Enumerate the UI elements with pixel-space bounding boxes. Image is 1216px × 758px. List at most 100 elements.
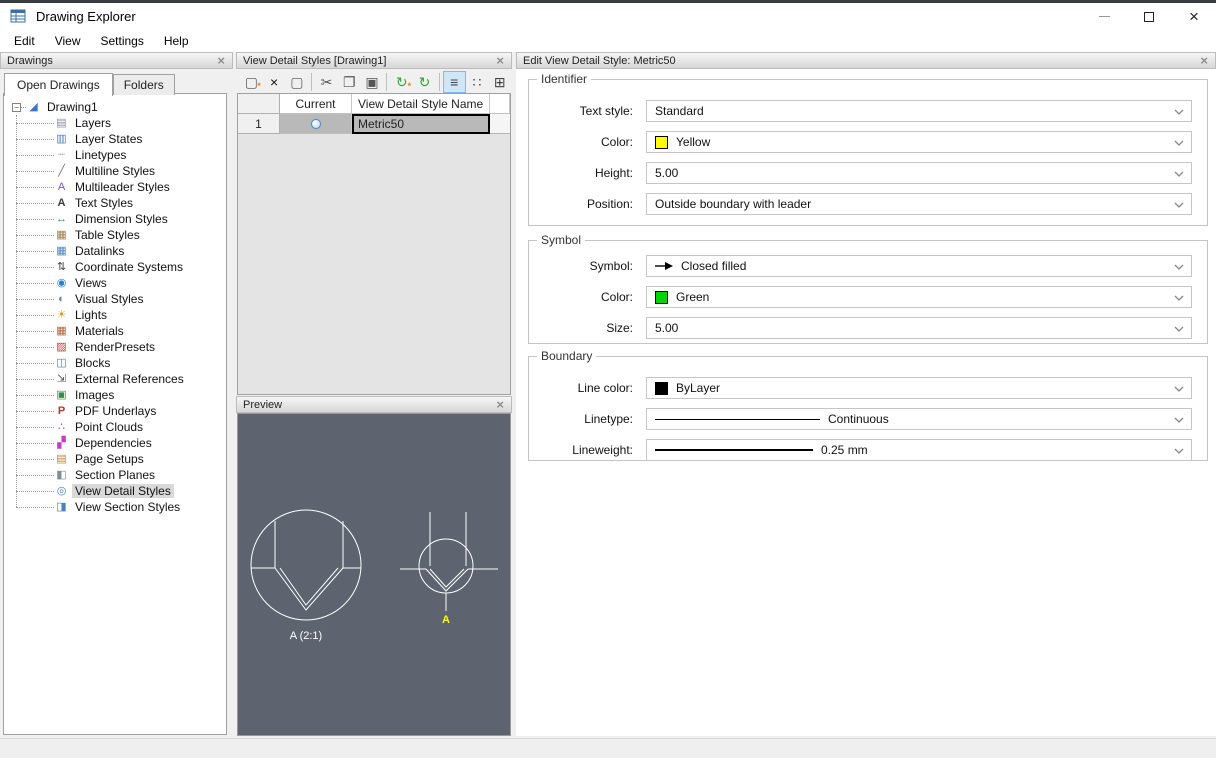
tree-item-label: View Section Styles <box>72 500 183 514</box>
textstyle-dropdown[interactable]: Standard <box>646 100 1192 122</box>
new-style-button[interactable]: ▢* <box>240 71 263 93</box>
tree-item-layers[interactable]: ▤Layers <box>4 115 226 131</box>
regen-button[interactable]: ↻* <box>390 71 413 93</box>
icons-view-icon: ∷ <box>473 75 482 89</box>
purge-button[interactable]: ▢ <box>285 71 308 93</box>
tree-item-datalinks[interactable]: ▦Datalinks <box>4 243 226 259</box>
tree-item-visual-styles[interactable]: ◐Visual Styles <box>4 291 226 307</box>
current-radio-cell[interactable] <box>280 114 352 134</box>
tree-item-view-section-styles[interactable]: ◨View Section Styles <box>4 499 226 515</box>
tree-item-dimension-styles[interactable]: ↔Dimension Styles <box>4 211 226 227</box>
preview-panel-header: Preview × <box>236 396 512 413</box>
field-row-position: Position:Outside boundary with leader <box>529 193 1207 215</box>
tab-folders[interactable]: Folders <box>113 74 175 95</box>
tree-view-button[interactable]: ⊞ <box>488 71 511 93</box>
close-button[interactable]: × <box>1175 3 1213 30</box>
tree-item-images[interactable]: ▣Images <box>4 387 226 403</box>
tree-item-label: Datalinks <box>72 244 127 258</box>
tree-connector <box>16 251 54 252</box>
position-dropdown[interactable]: Outside boundary with leader <box>646 193 1192 215</box>
collapse-icon[interactable]: − <box>12 103 21 112</box>
tree-item-table-styles[interactable]: ▦Table Styles <box>4 227 226 243</box>
tree-item-page-setups[interactable]: ▤Page Setups <box>4 451 226 467</box>
paste-button[interactable]: ▣ <box>361 71 384 93</box>
tree-item-lights[interactable]: ☀Lights <box>4 307 226 323</box>
tree-item-view-detail-styles[interactable]: ◎View Detail Styles <box>4 483 226 499</box>
edit-panel-header: Edit View Detail Style: Metric50 × <box>516 52 1216 69</box>
tree-item-label: Coordinate Systems <box>72 260 186 274</box>
tree-connector <box>16 283 54 284</box>
height-dropdown[interactable]: 5.00 <box>646 162 1192 184</box>
size-dropdown[interactable]: 5.00 <box>646 317 1192 339</box>
current-radio[interactable] <box>311 119 321 129</box>
name-column-header[interactable]: View Detail Style Name <box>352 94 490 114</box>
menu-settings[interactable]: Settings <box>90 32 153 50</box>
lineweight-dropdown[interactable]: 0.25 mm <box>646 439 1192 461</box>
color-dropdown[interactable]: Yellow <box>646 131 1192 153</box>
table-row[interactable]: 1 Metric50 <box>238 114 510 134</box>
symbol-dropdown[interactable]: Closed filled <box>646 255 1192 277</box>
maximize-button[interactable] <box>1130 3 1168 30</box>
row-number-cell: 1 <box>238 114 280 134</box>
table-styles-icon: ▦ <box>54 228 69 242</box>
tree-connector <box>16 379 54 380</box>
style-name-cell[interactable]: Metric50 <box>352 114 490 134</box>
tree-item-layer-states[interactable]: ▥Layer States <box>4 131 226 147</box>
layer-states-icon: ▥ <box>54 132 69 146</box>
styles-panel-close-icon[interactable]: × <box>495 54 505 67</box>
menu-edit[interactable]: Edit <box>4 32 45 50</box>
tree-connector <box>16 395 54 396</box>
tree-connector <box>16 235 54 236</box>
field-row-size: Size:5.00 <box>529 317 1207 339</box>
tree-item-linetypes[interactable]: ┈Linetypes <box>4 147 226 163</box>
drawings-panel-close-icon[interactable]: × <box>216 54 226 67</box>
chevron-down-icon <box>1174 264 1184 271</box>
tab-open-drawings[interactable]: Open Drawings <box>4 73 113 96</box>
tree-connector <box>16 187 54 188</box>
tree-item-dependencies[interactable]: ▞Dependencies <box>4 435 226 451</box>
tree-item-views[interactable]: ◉Views <box>4 275 226 291</box>
dependencies-icon: ▞ <box>54 436 69 450</box>
refresh-button[interactable]: ↻ <box>413 71 436 93</box>
tree-item-external-references[interactable]: ⇲External References <box>4 371 226 387</box>
tree-item-coordinate-systems[interactable]: ⇅Coordinate Systems <box>4 259 226 275</box>
tree-item-label: Layers <box>72 116 114 130</box>
edit-panel-close-icon[interactable]: × <box>1199 54 1209 67</box>
current-column-header[interactable]: Current <box>280 94 352 114</box>
tree-connector <box>16 459 54 460</box>
tree-item-drawing1[interactable]: −◢Drawing1 <box>4 99 226 115</box>
preview-label-large: A (2:1) <box>290 630 322 642</box>
minimize-button[interactable] <box>1085 3 1123 30</box>
cut-button[interactable]: ✂ <box>315 71 338 93</box>
renderpresets-icon: ▨ <box>54 340 69 354</box>
tree-item-multiline-styles[interactable]: ╱Multiline Styles <box>4 163 226 179</box>
tree-item-renderpresets[interactable]: ▨RenderPresets <box>4 339 226 355</box>
delete-style-button[interactable]: × <box>263 71 286 93</box>
tree-item-blocks[interactable]: ◫Blocks <box>4 355 226 371</box>
tree-item-label: Dimension Styles <box>72 212 171 226</box>
closed-filled-arrow-icon <box>655 261 675 271</box>
layers-icon: ▤ <box>54 116 69 130</box>
preview-panel-close-icon[interactable]: × <box>495 398 505 411</box>
field-value: Green <box>676 290 709 304</box>
tree-item-materials[interactable]: ▦Materials <box>4 323 226 339</box>
color-dropdown[interactable]: Green <box>646 286 1192 308</box>
delete-style-icon: × <box>270 75 278 89</box>
icons-view-button[interactable]: ∷ <box>466 71 489 93</box>
tree-item-pdf-underlays[interactable]: PPDF Underlays <box>4 403 226 419</box>
menu-view[interactable]: View <box>45 32 91 50</box>
field-value: Continuous <box>828 412 889 426</box>
details-view-button[interactable]: ≡ <box>443 71 466 93</box>
linecolor-dropdown[interactable]: ByLayer <box>646 377 1192 399</box>
copy-button[interactable]: ❐ <box>338 71 361 93</box>
lights-icon: ☀ <box>54 308 69 322</box>
tree-item-point-clouds[interactable]: ∴Point Clouds <box>4 419 226 435</box>
tree-item-text-styles[interactable]: AText Styles <box>4 195 226 211</box>
tree-connector <box>16 507 54 508</box>
tree-connector <box>16 347 54 348</box>
tree-item-section-planes[interactable]: ◧Section Planes <box>4 467 226 483</box>
linetype-dropdown[interactable]: Continuous <box>646 408 1192 430</box>
tree-item-multileader-styles[interactable]: AMultileader Styles <box>4 179 226 195</box>
chevron-down-icon <box>1174 202 1184 209</box>
menu-help[interactable]: Help <box>154 32 199 50</box>
